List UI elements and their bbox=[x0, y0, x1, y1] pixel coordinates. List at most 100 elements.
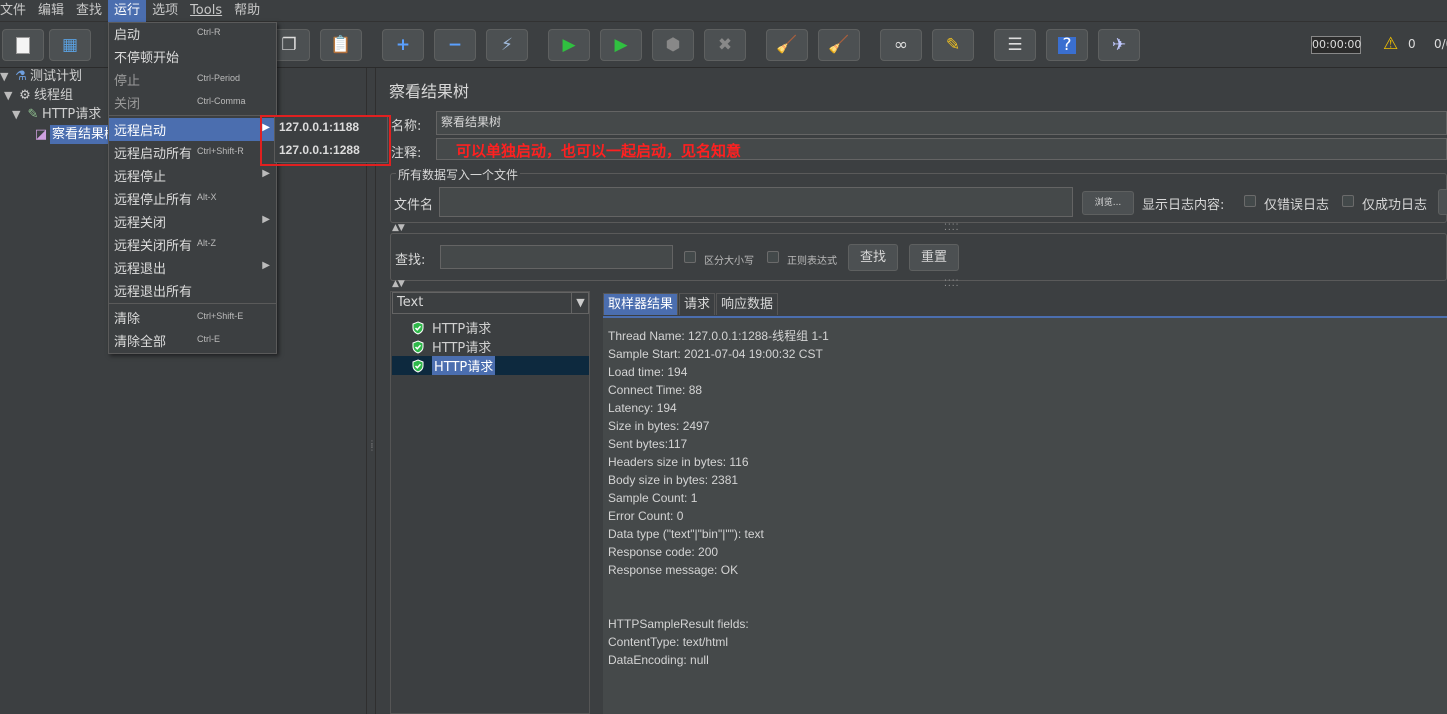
elapsed-timer: 00:00:00 bbox=[1311, 36, 1361, 54]
menu-run[interactable]: 运行 bbox=[108, 0, 147, 22]
clear-button[interactable]: 🧹 bbox=[766, 29, 808, 61]
tab-response-data[interactable]: 响应数据 bbox=[716, 293, 779, 315]
minus-icon: − bbox=[447, 34, 463, 55]
detail-line: Response code: 200 bbox=[608, 545, 719, 559]
chevron-down-icon[interactable]: ▼ bbox=[571, 292, 589, 314]
splitter-grip[interactable]: ⋮ ⋮ bbox=[368, 440, 376, 452]
plus-icon: + bbox=[395, 34, 411, 55]
broom-all-icon: 🧹 bbox=[828, 34, 850, 55]
menu-item-remote-start-all[interactable]: 远程启动所有 Ctrl+Shift-R bbox=[109, 141, 276, 164]
menu-item-label: 远程关闭所有 bbox=[114, 239, 193, 254]
expand-arrow-icon[interactable]: ▼ bbox=[4, 86, 16, 105]
reset-search-button[interactable]: ✎ bbox=[932, 29, 974, 61]
detail-line: Thread Name: 127.0.0.1:1288-线程组 1-1 bbox=[608, 329, 829, 343]
detail-line: Data type ("text"|"bin"|""): text bbox=[608, 527, 764, 541]
error-count: 0/0 bbox=[1434, 37, 1447, 51]
menu-search[interactable]: 查找 bbox=[70, 0, 108, 22]
expand-button[interactable]: + bbox=[382, 29, 424, 61]
success-only-checkbox[interactable] bbox=[1342, 195, 1354, 207]
menu-item-remote-shutdown[interactable]: 远程关闭 ▶ bbox=[109, 210, 276, 233]
menu-item-label: 不停顿开始 bbox=[114, 51, 180, 66]
menu-item-accel: Ctrl-Period bbox=[197, 73, 241, 83]
collapse-arrows-icon[interactable]: ▲▼ bbox=[392, 279, 405, 289]
function-helper-button[interactable]: ☰ bbox=[994, 29, 1036, 61]
menu-item-shutdown[interactable]: 关闭 Ctrl-Comma bbox=[109, 91, 276, 114]
start-button[interactable]: ▶ bbox=[548, 29, 590, 61]
regex-checkbox[interactable] bbox=[767, 251, 779, 263]
menu-file[interactable]: 文件 bbox=[0, 0, 32, 22]
collapse-arrows-icon[interactable]: ▲▼ bbox=[392, 223, 405, 233]
menu-item-start-no-pauses[interactable]: 不停顿开始 bbox=[109, 45, 276, 68]
warning-count: 0 bbox=[1408, 37, 1416, 51]
pipette-icon: ✎ bbox=[27, 107, 39, 122]
result-row[interactable]: HTTP请求 bbox=[392, 318, 589, 337]
menu-edit[interactable]: 编辑 bbox=[32, 0, 70, 22]
eraser-icon: ✎ bbox=[945, 34, 961, 55]
configure-button[interactable] bbox=[1438, 189, 1447, 215]
start-no-pauses-button[interactable]: ▶ bbox=[600, 29, 642, 61]
expand-arrow-icon[interactable]: ▼ bbox=[0, 67, 12, 86]
tree-item-thread-group[interactable]: ▼ ⚙ 线程组 bbox=[4, 86, 73, 105]
errors-only-checkbox[interactable] bbox=[1244, 195, 1256, 207]
case-sensitive-label: 区分大小写 bbox=[704, 256, 754, 267]
new-button[interactable] bbox=[2, 29, 44, 61]
remote-button[interactable]: ✈ bbox=[1098, 29, 1140, 61]
stop-button[interactable]: ⬢ bbox=[652, 29, 694, 61]
menu-item-label: 远程停止 bbox=[114, 170, 167, 185]
menu-item-accel: Alt-Z bbox=[197, 238, 216, 248]
warning-icon[interactable]: ⚠ bbox=[1383, 35, 1398, 53]
divider-grip[interactable]: ⁚⁚⁚⁚ bbox=[944, 279, 959, 289]
menu-item-clear-all[interactable]: 清除全部 Ctrl-E bbox=[109, 329, 276, 352]
tree-item-http-request[interactable]: ▼ ✎ HTTP请求 bbox=[12, 105, 101, 124]
result-row-selected[interactable]: HTTP请求 bbox=[392, 356, 589, 375]
gear-icon: ⚙ bbox=[19, 88, 31, 103]
expand-arrow-icon[interactable]: ▼ bbox=[12, 105, 24, 124]
collapse-button[interactable]: − bbox=[434, 29, 476, 61]
menu-item-label: 远程退出所有 bbox=[114, 285, 193, 300]
success-only-label: 仅成功日志 bbox=[1362, 198, 1428, 213]
menu-item-clear[interactable]: 清除 Ctrl+Shift-E bbox=[109, 306, 276, 329]
tree-item-test-plan[interactable]: ▼ ⚗ 测试计划 bbox=[0, 67, 82, 86]
menu-tools[interactable]: Tools bbox=[184, 0, 228, 22]
menu-separator bbox=[109, 115, 276, 116]
menu-item-remote-start[interactable]: 远程启动 ▶ bbox=[109, 118, 276, 141]
paste-button[interactable]: 📋 bbox=[320, 29, 362, 61]
shutdown-button[interactable]: ✖ bbox=[704, 29, 746, 61]
renderer-select[interactable]: Text bbox=[392, 292, 589, 314]
case-sensitive-checkbox[interactable] bbox=[684, 251, 696, 263]
menu-item-remote-stop[interactable]: 远程停止 ▶ bbox=[109, 164, 276, 187]
regex-label: 正则表达式 bbox=[787, 256, 837, 267]
tab-sampler-result[interactable]: 取样器结果 bbox=[603, 293, 679, 315]
detail-line: Response message: OK bbox=[608, 563, 739, 577]
templates-button[interactable]: ▦ bbox=[49, 29, 91, 61]
menu-options[interactable]: 选项 bbox=[146, 0, 184, 22]
filename-field[interactable] bbox=[439, 187, 1073, 217]
menu-item-remote-exit-all[interactable]: 远程退出所有 bbox=[109, 279, 276, 302]
search-input[interactable] bbox=[440, 245, 673, 269]
menu-item-remote-shutdown-all[interactable]: 远程关闭所有 Alt-Z bbox=[109, 233, 276, 256]
menu-separator bbox=[109, 303, 276, 304]
menu-item-label: 关闭 bbox=[114, 97, 141, 112]
toggle-button[interactable]: ⚡ bbox=[486, 29, 528, 61]
menu-item-stop[interactable]: 停止 Ctrl-Period bbox=[109, 68, 276, 91]
help-button[interactable]: ? bbox=[1046, 29, 1088, 61]
find-button[interactable]: 查找 bbox=[848, 244, 898, 271]
tab-request[interactable]: 请求 bbox=[679, 293, 716, 315]
result-row[interactable]: HTTP请求 bbox=[392, 337, 589, 356]
browse-button[interactable]: 浏览... bbox=[1082, 191, 1134, 215]
menu-item-start[interactable]: 启动 Ctrl-R bbox=[109, 22, 276, 45]
reset-button[interactable]: 重置 bbox=[909, 244, 959, 271]
menu-item-remote-exit[interactable]: 远程退出 ▶ bbox=[109, 256, 276, 279]
menu-help[interactable]: 帮助 bbox=[228, 0, 266, 22]
tree-item-view-results-tree[interactable]: ◪ 察看结果树 bbox=[32, 125, 120, 144]
result-label: HTTP请求 bbox=[432, 356, 496, 375]
detail-line: Body size in bytes: 2381 bbox=[608, 473, 739, 487]
detail-line: Latency: 194 bbox=[608, 401, 677, 415]
search-button[interactable]: ∞ bbox=[880, 29, 922, 61]
clear-all-button[interactable]: 🧹 bbox=[818, 29, 860, 61]
sampler-result-text[interactable] bbox=[603, 316, 1447, 714]
divider-grip[interactable]: ⁚⁚⁚⁚ bbox=[944, 223, 959, 233]
success-shield-icon bbox=[410, 320, 426, 335]
menu-item-remote-stop-all[interactable]: 远程停止所有 Alt-X bbox=[109, 187, 276, 210]
name-field[interactable]: 察看结果树 bbox=[436, 111, 1447, 135]
